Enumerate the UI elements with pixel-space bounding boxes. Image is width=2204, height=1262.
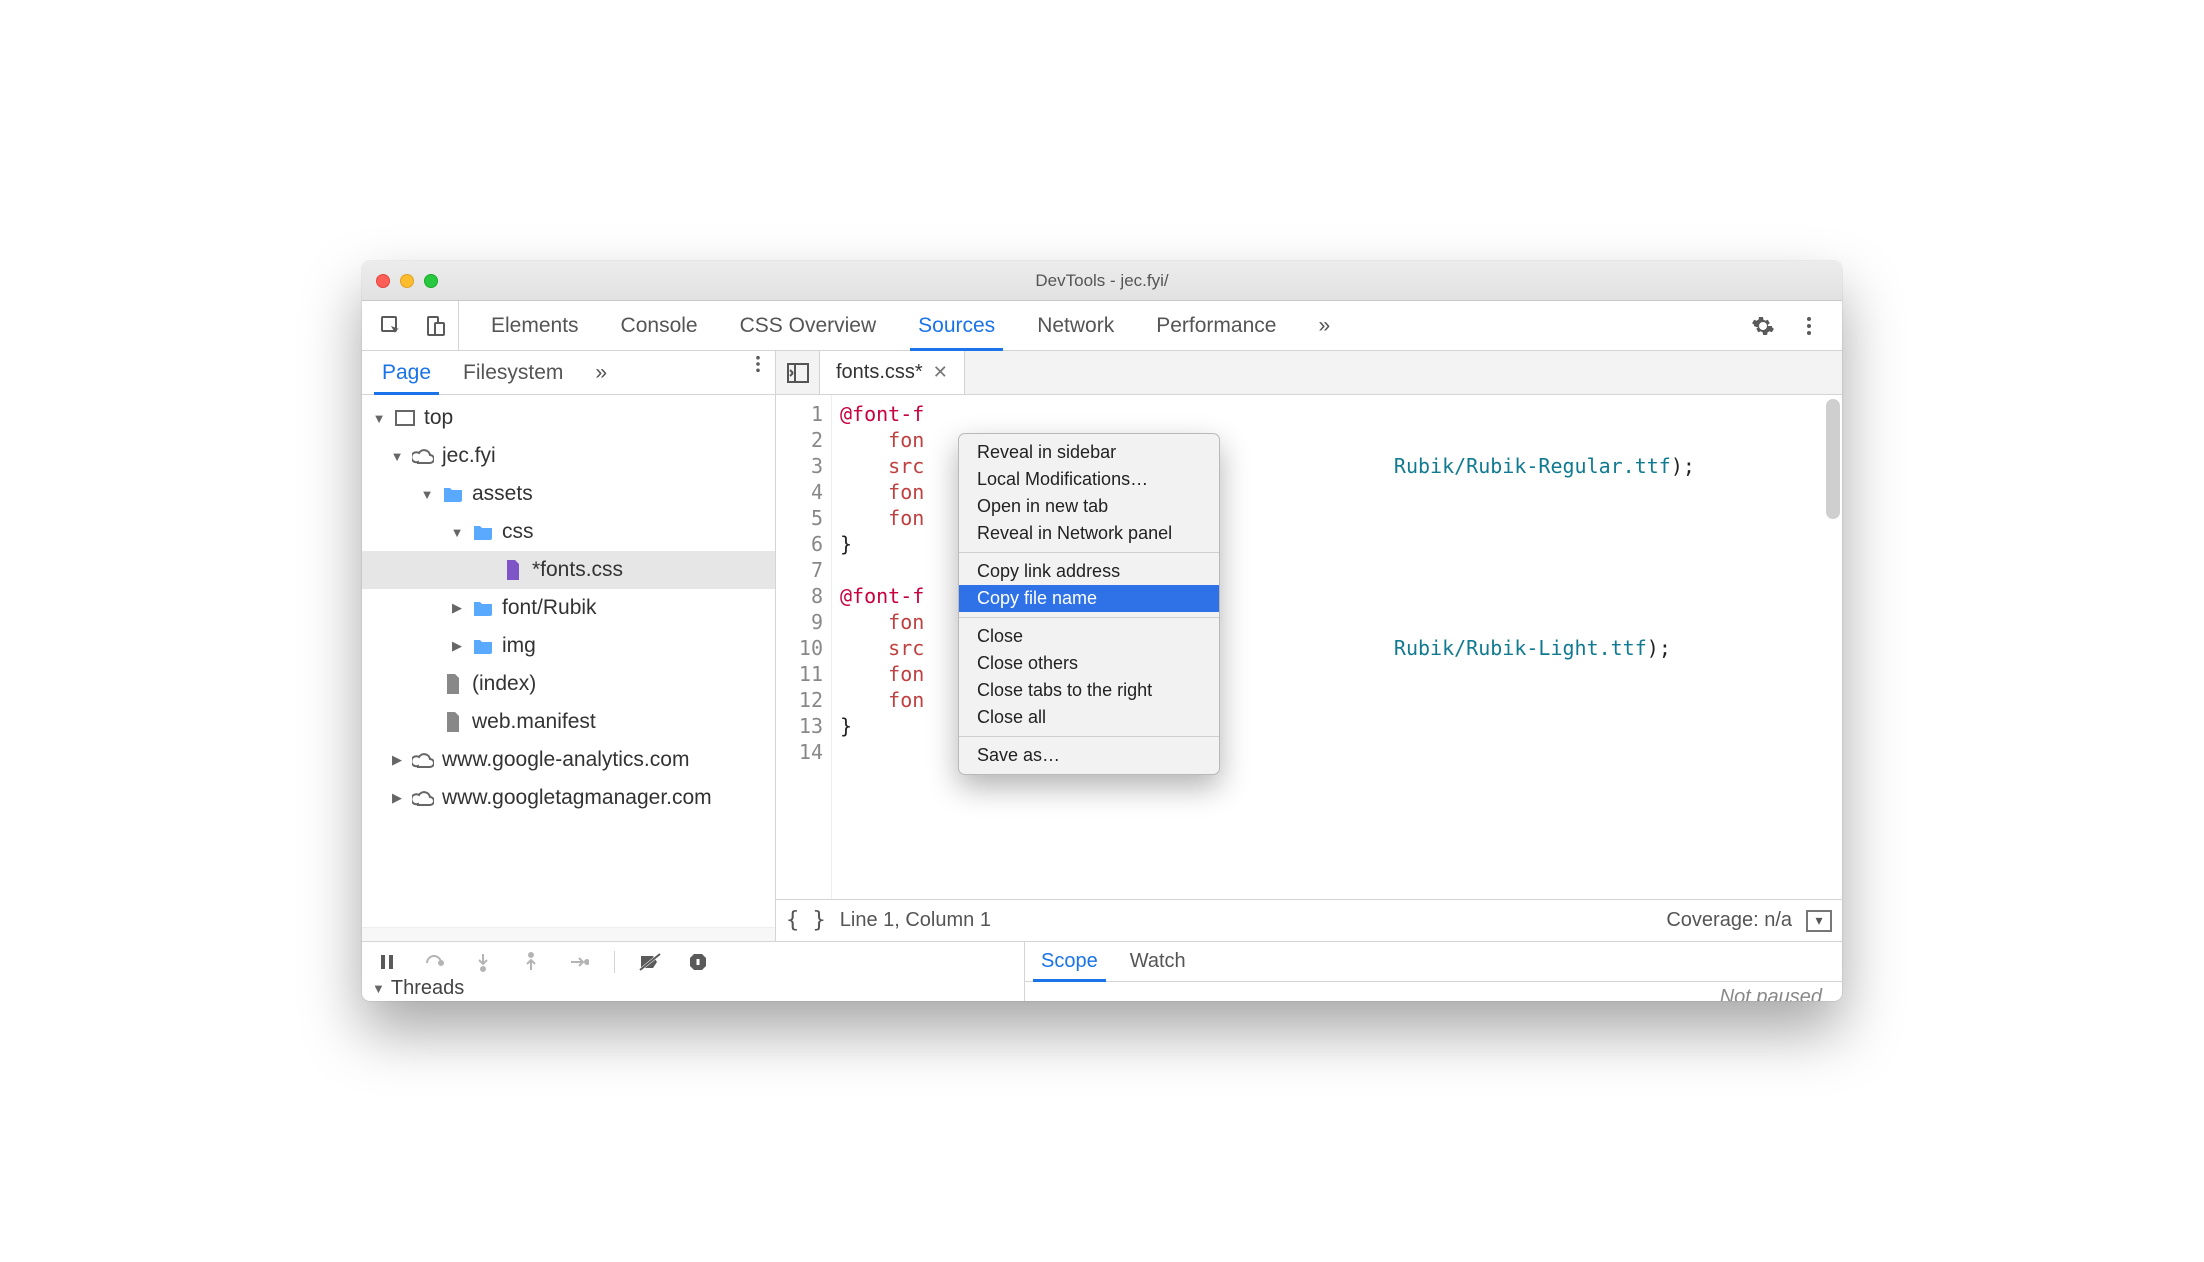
tree-label: www.google-analytics.com: [442, 748, 689, 772]
pause-icon[interactable]: [374, 949, 400, 975]
deactivate-breakpoints-icon[interactable]: [637, 949, 663, 975]
tree-label: (index): [472, 672, 536, 696]
debugger-controls: [362, 942, 1024, 975]
tree-row-assets[interactable]: ▼ assets: [362, 475, 775, 513]
tab-network[interactable]: Network: [1019, 301, 1132, 350]
debugger-right: Scope Watch Not paused: [1025, 942, 1842, 1001]
menu-close-tabs-right[interactable]: Close tabs to the right: [959, 677, 1219, 704]
css-file-icon: [502, 559, 524, 581]
tree-label: *fonts.css: [532, 558, 623, 582]
main-tabs-bar: Elements Console CSS Overview Sources Ne…: [362, 301, 1842, 351]
editor-tabs: fonts.css* ✕: [776, 351, 1842, 395]
inspect-element-icon[interactable]: [378, 313, 404, 339]
debugger-panel: ▼ Threads Scope Watch Not paused: [362, 941, 1842, 1001]
tab-scope[interactable]: Scope: [1025, 942, 1114, 981]
tab-css-overview[interactable]: CSS Overview: [722, 301, 895, 350]
code-editor[interactable]: 1 2 3 4 5 6 7 8 9 10 11 12 13 14 @font-f…: [776, 395, 1842, 899]
menu-local-modifications[interactable]: Local Modifications…: [959, 466, 1219, 493]
toggle-navigator-icon[interactable]: [776, 351, 820, 394]
tree-label: css: [502, 520, 534, 544]
sidebar-tabs: Page Filesystem »: [362, 351, 775, 395]
not-paused-label: Not paused: [1720, 986, 1822, 1001]
sidebar-horizontal-scrollbar[interactable]: [362, 927, 775, 941]
sidebar-tab-page[interactable]: Page: [366, 351, 447, 394]
cloud-icon: [412, 787, 434, 809]
sidebar-tab-filesystem[interactable]: Filesystem: [447, 351, 579, 394]
kebab-menu-icon[interactable]: [1796, 313, 1822, 339]
tree-label: www.googletagmanager.com: [442, 786, 712, 810]
threads-section[interactable]: ▼ Threads: [362, 975, 1024, 1001]
pretty-print-icon[interactable]: { }: [786, 908, 826, 933]
cloud-icon: [412, 749, 434, 771]
tree-label: top: [424, 406, 453, 430]
tree-row-index[interactable]: ▶ (index): [362, 665, 775, 703]
window-title: DevTools - jec.fyi/: [362, 271, 1842, 291]
tab-elements[interactable]: Elements: [473, 301, 597, 350]
menu-copy-file-name[interactable]: Copy file name: [959, 585, 1219, 612]
editor-pane: fonts.css* ✕ 1 2 3 4 5 6 7 8 9 10 11: [776, 351, 1842, 941]
file-icon: [442, 711, 464, 733]
file-icon: [442, 673, 464, 695]
tree-row-font-rubik[interactable]: ▶ font/Rubik: [362, 589, 775, 627]
tab-context-menu: Reveal in sidebar Local Modifications… O…: [958, 433, 1220, 775]
editor-vertical-scrollbar[interactable]: [1826, 399, 1840, 519]
close-tab-icon[interactable]: ✕: [933, 362, 948, 383]
step-over-icon[interactable]: [422, 949, 448, 975]
device-toolbar-icon[interactable]: [422, 313, 448, 339]
menu-save-as[interactable]: Save as…: [959, 742, 1219, 769]
cursor-position: Line 1, Column 1: [840, 909, 991, 932]
cloud-icon: [412, 445, 434, 467]
tab-performance[interactable]: Performance: [1138, 301, 1294, 350]
tree-label: img: [502, 634, 536, 658]
menu-close-all[interactable]: Close all: [959, 704, 1219, 731]
tree-row-fonts-css[interactable]: ▶ *fonts.css: [362, 551, 775, 589]
pause-on-exceptions-icon[interactable]: [685, 949, 711, 975]
menu-close[interactable]: Close: [959, 623, 1219, 650]
coverage-toggle-icon[interactable]: ▾: [1806, 910, 1832, 932]
tab-console[interactable]: Console: [603, 301, 716, 350]
step-into-icon[interactable]: [470, 949, 496, 975]
threads-label: Threads: [391, 977, 464, 1000]
coverage-status: Coverage: n/a: [1666, 909, 1792, 932]
tab-watch[interactable]: Watch: [1114, 942, 1202, 981]
step-icon[interactable]: [566, 949, 592, 975]
folder-icon: [472, 597, 494, 619]
file-tab-label: fonts.css*: [836, 361, 923, 384]
debugger-left: ▼ Threads: [362, 942, 1025, 1001]
file-tree[interactable]: ▼ top ▼ jec.fyi ▼: [362, 395, 775, 927]
frame-icon: [394, 407, 416, 429]
folder-icon: [472, 635, 494, 657]
tree-row-css-folder[interactable]: ▼ css: [362, 513, 775, 551]
tabs-overflow[interactable]: »: [1300, 301, 1348, 350]
menu-open-new-tab[interactable]: Open in new tab: [959, 493, 1219, 520]
panel-tabs: Elements Console CSS Overview Sources Ne…: [459, 301, 1736, 350]
tree-row-ga-domain[interactable]: ▶ www.google-analytics.com: [362, 741, 775, 779]
tree-label: assets: [472, 482, 533, 506]
tree-row-domain[interactable]: ▼ jec.fyi: [362, 437, 775, 475]
sidebar-tabs-overflow[interactable]: »: [579, 351, 623, 394]
tree-row-manifest[interactable]: ▶ web.manifest: [362, 703, 775, 741]
menu-reveal-network[interactable]: Reveal in Network panel: [959, 520, 1219, 547]
tab-sources[interactable]: Sources: [900, 301, 1013, 350]
sources-sidebar: Page Filesystem » ▼ top: [362, 351, 776, 941]
tree-row-img-folder[interactable]: ▶ img: [362, 627, 775, 665]
tree-label: web.manifest: [472, 710, 596, 734]
tree-row-top[interactable]: ▼ top: [362, 399, 775, 437]
titlebar: DevTools - jec.fyi/: [362, 261, 1842, 301]
devtools-window: DevTools - jec.fyi/ Elements Console CSS…: [362, 261, 1842, 1001]
tree-label: font/Rubik: [502, 596, 597, 620]
tree-row-gtm-domain[interactable]: ▶ www.googletagmanager.com: [362, 779, 775, 817]
menu-close-others[interactable]: Close others: [959, 650, 1219, 677]
editor-status-bar: { } Line 1, Column 1 Coverage: n/a ▾: [776, 899, 1842, 941]
step-out-icon[interactable]: [518, 949, 544, 975]
settings-gear-icon[interactable]: [1750, 313, 1776, 339]
menu-reveal-sidebar[interactable]: Reveal in sidebar: [959, 439, 1219, 466]
menu-copy-link-address[interactable]: Copy link address: [959, 558, 1219, 585]
line-number-gutter: 1 2 3 4 5 6 7 8 9 10 11 12 13 14: [776, 395, 832, 899]
folder-icon: [442, 483, 464, 505]
sidebar-kebab-icon[interactable]: [745, 351, 771, 377]
editor-file-tab[interactable]: fonts.css* ✕: [820, 351, 965, 394]
tree-label: jec.fyi: [442, 444, 496, 468]
folder-icon: [472, 521, 494, 543]
